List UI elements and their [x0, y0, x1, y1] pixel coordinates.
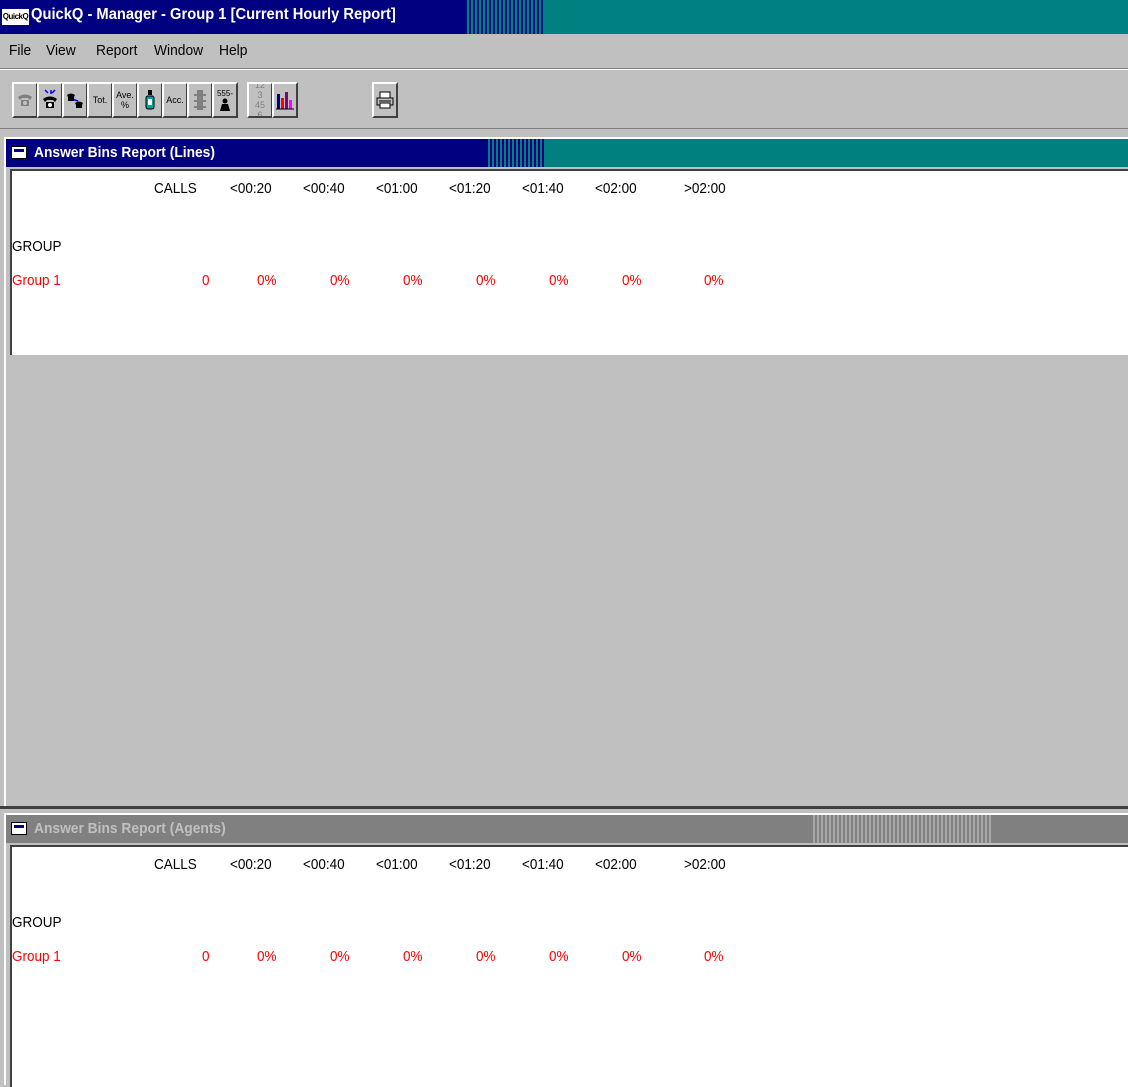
printer-icon	[376, 91, 394, 109]
title-bar-dither	[486, 139, 546, 167]
numbers-123-456-icon: 123 456	[254, 82, 265, 118]
window-title: Answer Bins Report (Lines)	[34, 144, 215, 161]
phone-gray-icon	[18, 94, 32, 106]
bar-chart-button[interactable]	[272, 82, 298, 118]
window-title-bar[interactable]: Answer Bins Report (Agents)	[6, 815, 1128, 843]
column-header: <01:40	[522, 180, 564, 197]
phone-queue-icon	[43, 89, 57, 108]
column-header: >02:00	[684, 856, 726, 873]
agent-555-button[interactable]: 555-	[212, 82, 238, 118]
bin-value: 0%	[704, 948, 724, 965]
phone-transfer-button[interactable]	[62, 82, 88, 118]
column-header: <01:00	[376, 180, 418, 197]
bin-value: 0%	[704, 272, 724, 289]
phone-gray-button[interactable]	[12, 82, 38, 118]
phone-transfer-icon	[67, 93, 83, 108]
bar-chart-icon	[276, 92, 294, 110]
system-menu-icon[interactable]	[11, 146, 27, 159]
column-header: <01:00	[376, 856, 418, 873]
agent-555-icon	[220, 98, 230, 111]
menu-help[interactable]: Help	[219, 42, 247, 59]
column-header: <00:20	[230, 856, 272, 873]
title-bar-dither	[811, 815, 991, 843]
column-header: <01:40	[522, 856, 564, 873]
calls-value: 0	[202, 948, 210, 965]
group-name: Group 1	[12, 272, 61, 289]
column-header: <01:20	[449, 180, 491, 197]
menu-report[interactable]: Report	[96, 42, 137, 59]
window-divider	[0, 806, 1128, 809]
column-header: <00:40	[303, 180, 345, 197]
row-header-group: GROUP	[12, 914, 62, 931]
answer-bins-agents-window[interactable]: Answer Bins Report (Agents) CALLS <00:20…	[4, 813, 1128, 1087]
system-menu-icon[interactable]	[11, 822, 27, 835]
column-header: <00:20	[230, 180, 272, 197]
title-bar-dither	[465, 0, 545, 34]
bin-value: 0%	[257, 948, 277, 965]
column-header-calls: CALLS	[154, 856, 197, 873]
totals-icon: Tot.	[92, 95, 108, 105]
bin-value: 0%	[330, 272, 350, 289]
app-title-bar[interactable]: QuickQ QuickQ - Manager - Group 1 [Curre…	[0, 0, 1128, 34]
menu-bar: File View Report Window Help	[0, 34, 1128, 69]
column-header: <00:40	[303, 856, 345, 873]
bin-value: 0%	[330, 948, 350, 965]
bin-value: 0%	[403, 948, 423, 965]
column-header-calls: CALLS	[154, 180, 197, 197]
column-header: <02:00	[595, 180, 637, 197]
column-header: <01:20	[449, 856, 491, 873]
calls-value: 0	[202, 272, 210, 289]
accumulate-button[interactable]: Acc.	[162, 82, 188, 118]
row-header-group: GROUP	[12, 238, 62, 255]
toolbar: Tot. Ave. % Acc. 555- 123 456	[0, 69, 1128, 130]
print-button[interactable]	[372, 82, 398, 118]
mdi-client-area: Answer Bins Report (Lines) CALLS <00:20 …	[0, 129, 1128, 1087]
phone-queue-button[interactable]	[37, 82, 63, 118]
bin-value: 0%	[549, 948, 569, 965]
column-header: >02:00	[684, 180, 726, 197]
window-title-bar[interactable]: Answer Bins Report (Lines)	[6, 139, 1128, 167]
agent-555-label: 555-	[216, 88, 233, 98]
average-percent-icon: Ave. %	[116, 90, 134, 110]
group-name: Group 1	[12, 948, 61, 965]
menu-file[interactable]: File	[9, 42, 31, 59]
window-title: Answer Bins Report (Agents)	[34, 820, 226, 837]
bin-value: 0%	[476, 272, 496, 289]
totals-button[interactable]: Tot.	[87, 82, 113, 118]
bottle-button[interactable]	[137, 82, 163, 118]
bin-value: 0%	[622, 272, 642, 289]
app-title: QuickQ - Manager - Group 1 [Current Hour…	[31, 6, 396, 23]
answer-bins-lines-window[interactable]: Answer Bins Report (Lines) CALLS <00:20 …	[4, 137, 1128, 807]
column-header: <02:00	[595, 856, 637, 873]
accumulate-icon: Acc.	[166, 95, 184, 105]
traffic-light-icon	[194, 90, 206, 110]
bin-value: 0%	[476, 948, 496, 965]
app-icon[interactable]: QuickQ	[2, 9, 29, 25]
numbers-button[interactable]: 123 456	[247, 82, 273, 118]
bin-value: 0%	[257, 272, 277, 289]
average-percent-button[interactable]: Ave. %	[112, 82, 138, 118]
bottle-icon	[145, 90, 155, 110]
menu-window[interactable]: Window	[154, 42, 203, 59]
bin-value: 0%	[622, 948, 642, 965]
report-panel: CALLS <00:20 <00:40 <01:00 <01:20 <01:40…	[10, 845, 1128, 1087]
report-panel: CALLS <00:20 <00:40 <01:00 <01:20 <01:40…	[10, 169, 1128, 355]
menu-view[interactable]: View	[46, 42, 76, 59]
bin-value: 0%	[549, 272, 569, 289]
traffic-light-button[interactable]	[187, 82, 213, 118]
bin-value: 0%	[403, 272, 423, 289]
